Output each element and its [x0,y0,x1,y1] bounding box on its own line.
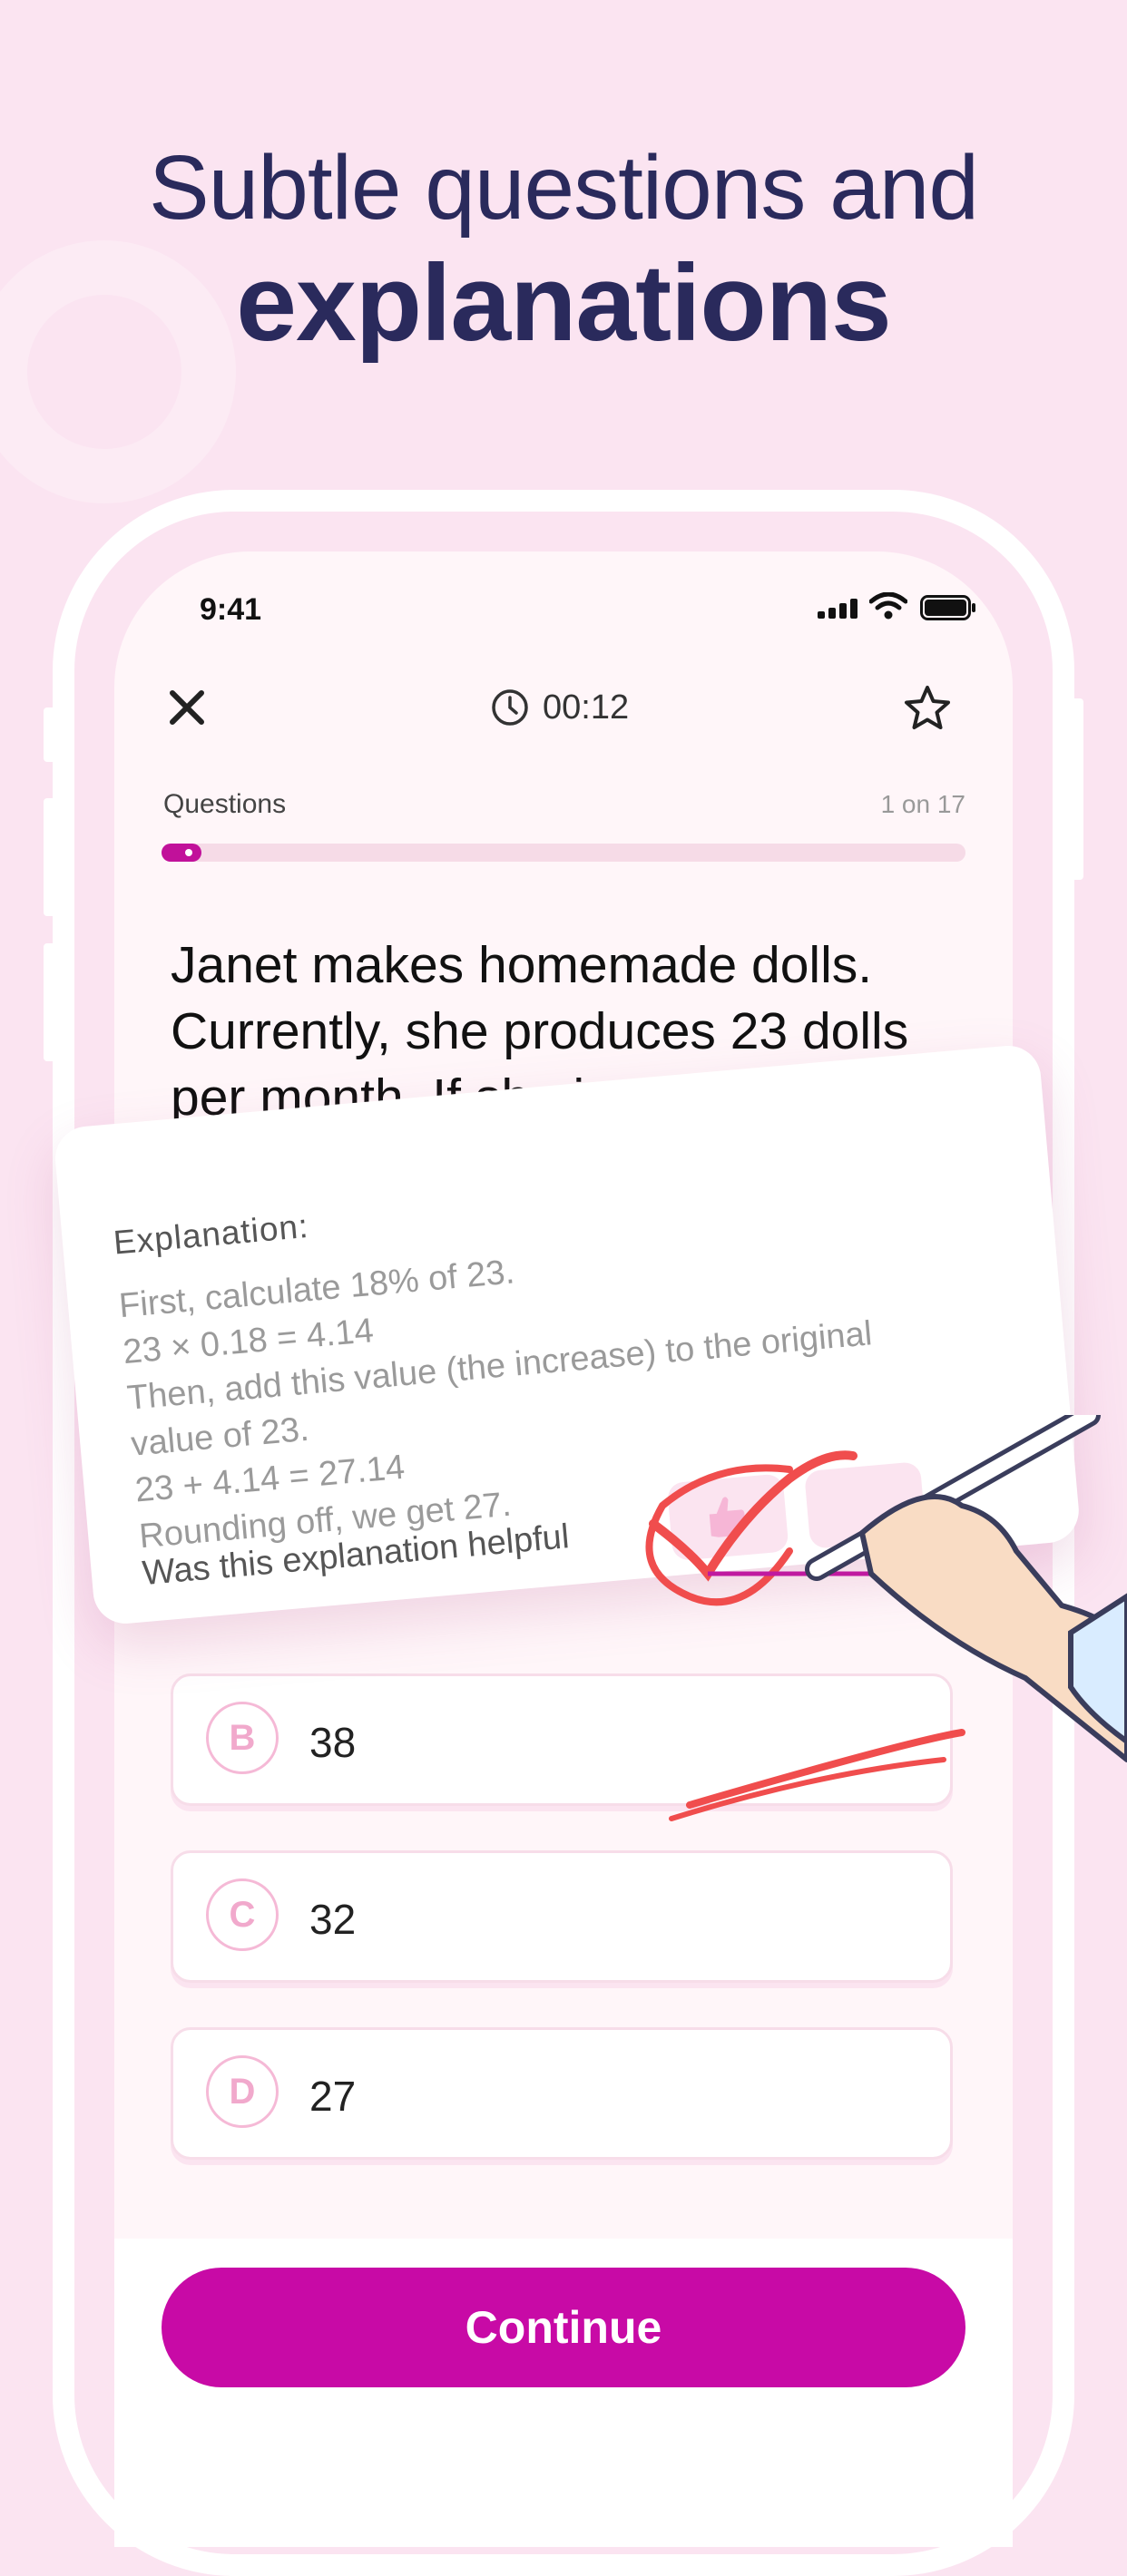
answer-text: 32 [309,1896,357,1943]
star-icon[interactable] [902,684,953,733]
questions-label: Questions [163,789,287,819]
wifi-icon [869,592,907,620]
headline-line-2: explanations [236,242,892,364]
phone-side-button [1071,698,1083,880]
explanation-title: Explanation: [112,1206,310,1262]
progress-bar [162,844,965,862]
answer-option-c[interactable]: C 32 [171,1850,953,1983]
answer-text: 27 [309,2073,357,2120]
clock-icon [492,689,528,726]
explanation-line: value of 23. [129,1410,311,1464]
timer-text: 00:12 [543,688,630,727]
answer-text: 38 [309,1719,357,1766]
phone-side-button [44,798,56,916]
question-count: 1 on 17 [880,790,965,818]
answer-option-d[interactable]: D 27 [171,2027,953,2160]
answer-letter: D [206,2055,279,2128]
signal-icon [818,599,858,619]
phone-side-button [44,707,56,762]
progress-fill [162,844,201,862]
pen-hand-illustration [645,1415,1127,1821]
timer: 00:12 [490,688,629,727]
answer-letter: C [206,1878,279,1951]
status-time: 9:41 [200,592,262,627]
phone-side-button [44,943,56,1061]
headline-line-1: Subtle questions and [148,137,979,239]
continue-button[interactable]: Continue [162,2268,965,2387]
answer-letter: B [206,1702,279,1774]
progress-dot [185,849,192,856]
explanation-line: First, calculate 18% of 23. [117,1253,516,1326]
bottom-bar: Continue [114,2239,1013,2547]
close-icon[interactable] [167,688,207,727]
battery-icon [920,595,975,620]
